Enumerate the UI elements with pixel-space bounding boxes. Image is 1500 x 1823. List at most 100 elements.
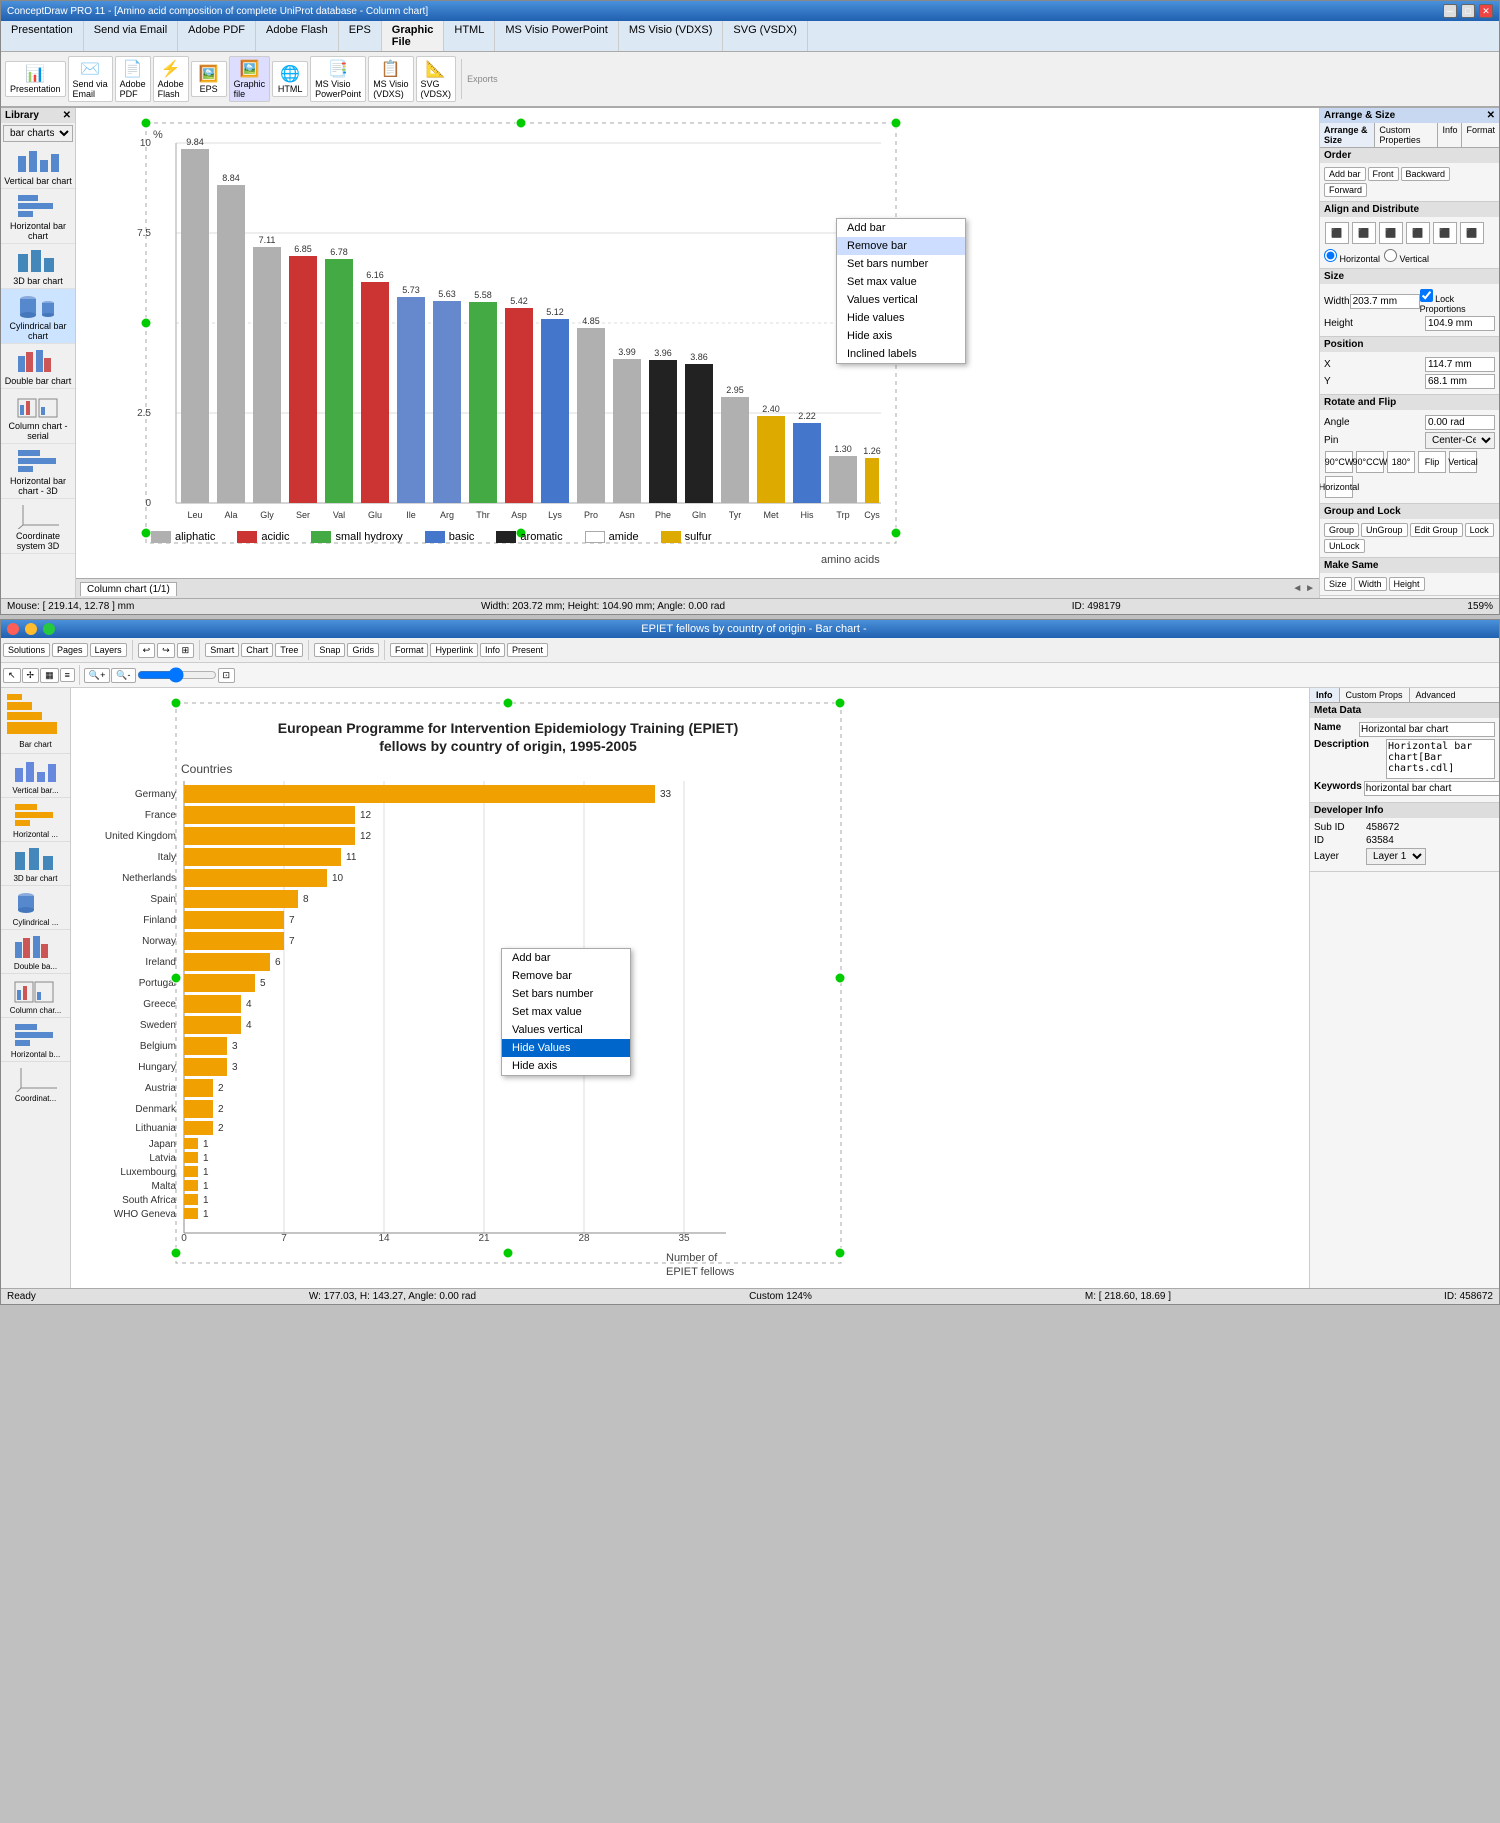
vertical-btn[interactable]: Vertical [1449,451,1477,473]
bar-hungary[interactable] [184,1058,227,1076]
library-close[interactable]: ✕ [63,110,71,121]
name-input[interactable] [1359,722,1495,737]
bar-val[interactable] [325,259,353,503]
bar-denmark[interactable] [184,1100,213,1118]
minimize-traffic-light[interactable] [25,623,37,635]
sidebar2-coord[interactable]: Coordinat... [1,1062,70,1105]
tab-presentation[interactable]: Presentation [1,21,84,51]
bar-norway[interactable] [184,932,284,950]
bar-cys[interactable] [865,458,879,503]
handle-tr[interactable] [891,118,901,128]
bar-menu-hide-values[interactable]: Hide Values [502,1039,630,1057]
bar-malta[interactable] [184,1180,198,1191]
custom-props-tab[interactable]: Custom Props [1340,688,1410,702]
bar-menu-set-max[interactable]: Set max value [502,1003,630,1021]
sidebar-item-coord3d[interactable]: Coordinate system 3D [1,499,75,554]
sidebar2-vbar[interactable]: Vertical bar... [1,754,70,798]
bar-netherlands[interactable] [184,869,327,887]
bar-tyr[interactable] [721,397,749,503]
sidebar2-col[interactable]: Column char... [1,974,70,1018]
bar-germany[interactable] [184,785,655,803]
sidebar-item-double-bar[interactable]: Double bar chart [1,344,75,389]
bar-his[interactable] [793,423,821,503]
bar-lib-btn[interactable]: ▦ [40,668,59,683]
tab-flash[interactable]: Adobe Flash [256,21,339,51]
zoom-slider[interactable] [137,667,217,683]
rotate-90ccw-btn[interactable]: 90°CCW [1356,451,1384,473]
graphic-file-btn[interactable]: 🖼️ Graphicfile [229,56,271,102]
fit-btn[interactable]: ⊡ [218,668,236,683]
bar-pro[interactable] [577,328,605,503]
handle2-bm[interactable] [503,1248,513,1258]
bar-ala[interactable] [217,185,245,503]
make-same-width-btn[interactable]: Width [1354,577,1387,591]
menu-hide-axis[interactable]: Hide axis [837,327,965,345]
format-btn[interactable]: Format [390,643,429,657]
close-btn[interactable]: ✕ [1479,4,1493,18]
tab-ms-ppt[interactable]: MS Visio PowerPoint [495,21,619,51]
align-right-btn[interactable]: ⬛ [1379,222,1403,244]
handle2-bl[interactable] [171,1248,181,1258]
hyperlink-btn[interactable]: Hyperlink [430,643,478,657]
width-input[interactable] [1350,294,1420,309]
lock-proportions-checkbox[interactable] [1420,289,1433,302]
ms-visio-btn[interactable]: 📋 MS Visio(VDXS) [368,56,413,102]
bar-asn[interactable] [613,359,641,503]
bar-menu-values-vertical[interactable]: Values vertical [502,1021,630,1039]
arrange-tab-custom[interactable]: Custom Properties [1375,123,1438,147]
menu-add-bar[interactable]: Add bar [837,219,965,237]
handle2-ml[interactable] [171,973,181,983]
align-left-btn[interactable]: ⬛ [1325,222,1349,244]
unlock-btn[interactable]: UnLock [1324,539,1365,553]
backward-btn[interactable]: Backward [1401,167,1451,181]
align-middle-btn[interactable]: ⬛ [1433,222,1457,244]
minimize-btn[interactable]: ─ [1443,4,1457,18]
bar-lib-btn2[interactable]: ≡ [60,668,75,682]
bar-met[interactable] [757,416,785,503]
bar-asp[interactable] [505,308,533,503]
send-email-btn[interactable]: ✉️ Send viaEmail [68,56,113,102]
bar-menu-hide-axis[interactable]: Hide axis [502,1057,630,1075]
bar-ireland[interactable] [184,953,270,971]
handle2-mr[interactable] [835,973,845,983]
snap-btn[interactable]: Snap [314,643,345,657]
menu-values-vertical[interactable]: Values vertical [837,291,965,309]
bar-greece[interactable] [184,995,241,1013]
bar-trp[interactable] [829,456,857,503]
chart-btn[interactable]: Chart [241,643,273,657]
bar-uk[interactable] [184,827,355,845]
pin-select[interactable]: Center-Center [1425,432,1495,449]
tab-html[interactable]: HTML [444,21,495,51]
sidebar2-hbar[interactable]: Horizontal ... [1,798,70,842]
menu-hide-values[interactable]: Hide values [837,309,965,327]
bar-spain[interactable] [184,890,298,908]
arrange-tab-format[interactable]: Format [1462,123,1499,147]
align-top-btn[interactable]: ⬛ [1406,222,1430,244]
smart-btn[interactable]: Smart [205,643,239,657]
redo-btn[interactable]: ↪ [157,643,175,658]
forward-btn[interactable]: Forward [1324,183,1367,197]
sidebar-item-vertical-bar[interactable]: Vertical bar chart [1,144,75,189]
handle-tl[interactable] [141,118,151,128]
sidebar-item-3d-bar[interactable]: 3D bar chart [1,244,75,289]
move-tool[interactable]: ✢ [22,668,40,683]
handle-br[interactable] [891,528,901,538]
advanced-tab[interactable]: Advanced [1410,688,1462,702]
bar-phe[interactable] [649,360,677,503]
layer-select[interactable]: Layer 1 [1366,848,1426,865]
tree-btn[interactable]: Tree [275,643,303,657]
bar-portugal[interactable] [184,974,255,992]
info-tab[interactable]: Info [1310,688,1340,702]
tab-eps[interactable]: EPS [339,21,382,51]
rotate-180-btn[interactable]: 180° [1387,451,1415,473]
bar-belgium[interactable] [184,1037,227,1055]
sidebar-item-cylindrical[interactable]: Cylindrical bar chart [1,289,75,344]
handle2-tl[interactable] [171,698,181,708]
svg-btn[interactable]: 📐 SVG(VDSX) [416,56,457,102]
sidebar2-cyl[interactable]: Cylindrical ... [1,886,70,930]
arrange-panel-close[interactable]: ✕ [1487,110,1495,121]
rotate-90cw-btn[interactable]: 90°CW [1325,451,1353,473]
zoom-in-btn[interactable]: 🔍+ [84,668,110,683]
bar-gln[interactable] [685,364,713,503]
bar-finland[interactable] [184,911,284,929]
